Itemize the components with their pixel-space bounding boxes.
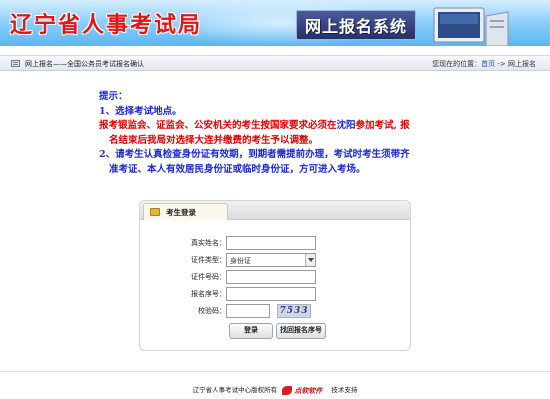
notice-block: 提示： 1、选择考试地点。 报考银监会、证监会、公安机关的考生按国家要求必须在沈… [99, 90, 479, 177]
list-icon [11, 60, 20, 67]
tab-candidate-login[interactable]: 考生登录 [143, 203, 228, 220]
header-banner: 辽宁省人事考试局 网上报名系统 [0, 0, 550, 46]
row-name: 真实姓名： [140, 236, 410, 250]
notice-item-1-detail-a: 报考银监会、证监会、公安机关的考生按国家要求必须在 [99, 120, 337, 131]
notice-heading: 提示： [99, 91, 128, 102]
nav-bar: 网上报名——全国公务员考试报名确认 您现在的位置：首页 -> 网上报名 [0, 55, 550, 71]
footer-divider [0, 371, 550, 372]
id-number-input[interactable] [226, 270, 316, 284]
footer-support: 技术支持 [331, 386, 358, 394]
notice-item-2a: 2、请考生认真检查身份证有效期，到期者需提前办理，考试时考生须带齐 [99, 149, 410, 160]
vendor-name: 点软软件 [294, 386, 323, 395]
captcha-label: 校验码： [198, 307, 226, 315]
breadcrumb-separator: -> [495, 60, 508, 68]
footer: 辽宁省人事考试中心版权所有 点软软件 技术支持 [0, 384, 550, 396]
tab-label: 考生登录 [166, 208, 196, 217]
notice-item-1: 1、选择考试地点。 [99, 105, 182, 117]
id-type-selected: 身份证 [230, 257, 251, 265]
name-label: 真实姓名： [191, 239, 226, 247]
captcha-input[interactable] [226, 304, 270, 318]
breadcrumb-prefix: 您现在的位置： [432, 60, 482, 68]
nav-title: 网上报名——全国公务员考试报名确认 [25, 60, 144, 68]
login-button[interactable]: 登录 [229, 323, 273, 339]
id-type-label: 证件类型： [191, 256, 226, 264]
notice-item-2b: 准考证、本人有效居民身份证或临时身份证，方可进入考场。 [109, 163, 366, 175]
notice-item-1-detail-c: 名结束后我局对选择大连并缴费的考生予以调整。 [109, 134, 319, 146]
login-icon [150, 208, 160, 216]
name-input[interactable] [226, 236, 316, 250]
system-name: 网上报名系统 [296, 10, 417, 40]
chevron-down-icon[interactable] [305, 254, 315, 266]
id-type-select[interactable]: 身份证 [226, 253, 316, 267]
row-id-type: 证件类型： 身份证 [140, 253, 410, 267]
footer-copyright: 辽宁省人事考试中心版权所有 [192, 386, 278, 394]
reg-number-input[interactable] [226, 287, 316, 301]
retrieve-reg-number-button[interactable]: 找回报名序号 [276, 323, 326, 339]
login-panel: 考生登录 真实姓名： 证件类型： 身份证 证件号码： 报名序号： 校验码： 75… [139, 200, 411, 351]
reg-number-label: 报名序号： [191, 290, 226, 298]
breadcrumb-home-link[interactable]: 首页 [481, 60, 495, 68]
row-actions: 登录 找回报名序号 [140, 323, 410, 339]
notice-item-1-detail: 报考银监会、证监会、公安机关的考生按国家要求必须在沈阳参加考试, 报 [99, 119, 479, 134]
notice-item-1-detail-b: 参加考试, 报 [355, 120, 410, 131]
row-reg-number: 报名序号： [140, 287, 410, 301]
breadcrumb: 您现在的位置：首页 -> 网上报名 [432, 59, 536, 69]
vendor-logo-icon [282, 385, 293, 395]
computer-icon [433, 7, 509, 46]
captcha-image[interactable]: 7533 [277, 304, 311, 318]
login-panel-header: 考生登录 [140, 201, 410, 220]
breadcrumb-current: 网上报名 [508, 60, 536, 68]
notice-city: 沈阳 [336, 120, 356, 131]
vendor-logo: 点软软件 [282, 385, 326, 396]
row-id-number: 证件号码： [140, 270, 410, 284]
id-number-label: 证件号码： [191, 273, 226, 281]
site-title: 辽宁省人事考试局 [10, 12, 203, 38]
row-captcha: 校验码： 7533 [140, 304, 410, 318]
